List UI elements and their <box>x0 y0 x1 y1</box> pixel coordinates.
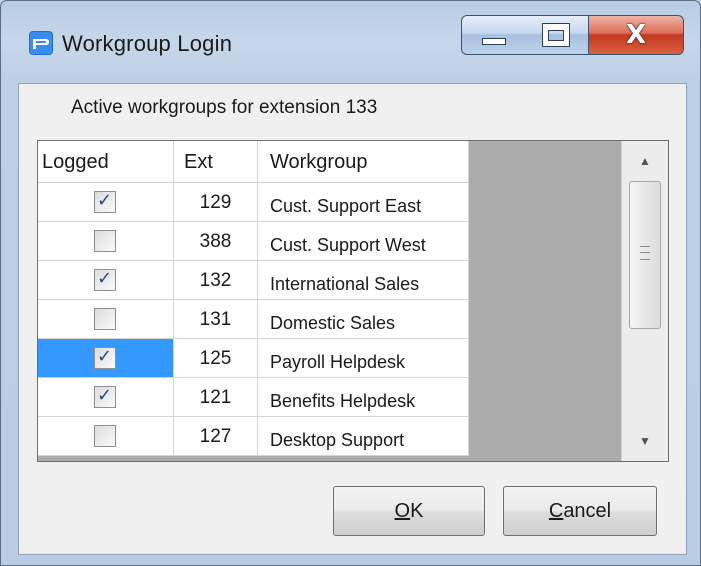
ext-cell: 127 <box>174 417 258 456</box>
maximize-icon <box>543 24 569 46</box>
close-icon: X <box>625 20 647 50</box>
workgroup-login-window: Workgroup Login X Active workgroups for … <box>0 0 701 566</box>
table-row[interactable]: 125Payroll Helpdesk <box>38 339 469 378</box>
ext-cell: 388 <box>174 222 258 261</box>
logged-cell[interactable] <box>38 339 174 378</box>
ext-cell: 131 <box>174 300 258 339</box>
minimize-button[interactable] <box>461 15 526 55</box>
maximize-button[interactable] <box>525 15 589 55</box>
dialog-body: Active workgroups for extension 133 Logg… <box>18 83 687 555</box>
workgroup-cell: Desktop Support <box>258 417 469 456</box>
workgroup-cell: Domestic Sales <box>258 300 469 339</box>
logged-cell[interactable] <box>38 222 174 261</box>
logged-cell[interactable] <box>38 417 174 456</box>
workgroup-cell: International Sales <box>258 261 469 300</box>
table-row[interactable]: 121Benefits Helpdesk <box>38 378 469 417</box>
window-title: Workgroup Login <box>62 31 233 56</box>
ext-cell: 121 <box>174 378 258 417</box>
workgroup-cell: Cust. Support West <box>258 222 469 261</box>
logged-checkbox[interactable] <box>94 268 116 291</box>
ok-label-rest: K <box>410 500 424 522</box>
logged-checkbox[interactable] <box>94 385 116 408</box>
logged-cell[interactable] <box>38 378 174 417</box>
grip-icon <box>640 246 650 260</box>
title-bar[interactable]: Workgroup Login X <box>1 1 700 83</box>
ok-mnemonic: O <box>394 500 411 522</box>
scroll-up-arrow-icon[interactable]: ▲ <box>622 141 668 181</box>
vertical-scrollbar[interactable]: ▲ ▼ <box>621 141 668 461</box>
column-header-logged[interactable]: Logged <box>38 141 174 183</box>
workgroup-cell: Cust. Support East <box>258 183 469 222</box>
cancel-label-rest: ancel <box>563 500 612 522</box>
table-row[interactable]: 132International Sales <box>38 261 469 300</box>
cancel-button[interactable]: Cancel <box>503 486 657 536</box>
ext-cell: 129 <box>174 183 258 222</box>
logged-checkbox[interactable] <box>94 190 116 213</box>
column-header-ext[interactable]: Ext <box>174 141 258 183</box>
table-row[interactable]: 131 Domestic Sales <box>38 300 469 339</box>
column-header-workgroup[interactable]: Workgroup <box>258 141 469 183</box>
logged-checkbox[interactable] <box>94 346 116 369</box>
workgroup-cell: Benefits Helpdesk <box>258 378 469 417</box>
ok-button[interactable]: OK <box>333 486 485 536</box>
dialog-subtitle: Active workgroups for extension 133 <box>71 97 378 118</box>
ext-cell: 125 <box>174 339 258 378</box>
minimize-icon <box>482 38 506 45</box>
workgroup-cell: Payroll Helpdesk <box>258 339 469 378</box>
table-row[interactable]: 129Cust. Support East <box>38 183 469 222</box>
logged-checkbox[interactable] <box>94 230 116 252</box>
cancel-mnemonic: C <box>548 500 564 522</box>
app-logo-icon <box>29 31 53 55</box>
scrollbar-thumb[interactable] <box>629 181 661 329</box>
ext-cell: 132 <box>174 261 258 300</box>
logged-cell[interactable] <box>38 300 174 339</box>
workgroups-grid[interactable]: Logged Ext Workgroup 129Cust. Support Ea… <box>37 140 669 462</box>
logged-checkbox[interactable] <box>94 308 116 330</box>
close-button[interactable]: X <box>588 15 684 55</box>
logged-cell[interactable] <box>38 261 174 300</box>
table-row[interactable]: 127 Desktop Support <box>38 417 469 456</box>
logged-cell[interactable] <box>38 183 174 222</box>
logged-checkbox[interactable] <box>94 425 116 447</box>
scroll-down-arrow-icon[interactable]: ▼ <box>622 421 668 461</box>
table-row[interactable]: 388 Cust. Support West <box>38 222 469 261</box>
